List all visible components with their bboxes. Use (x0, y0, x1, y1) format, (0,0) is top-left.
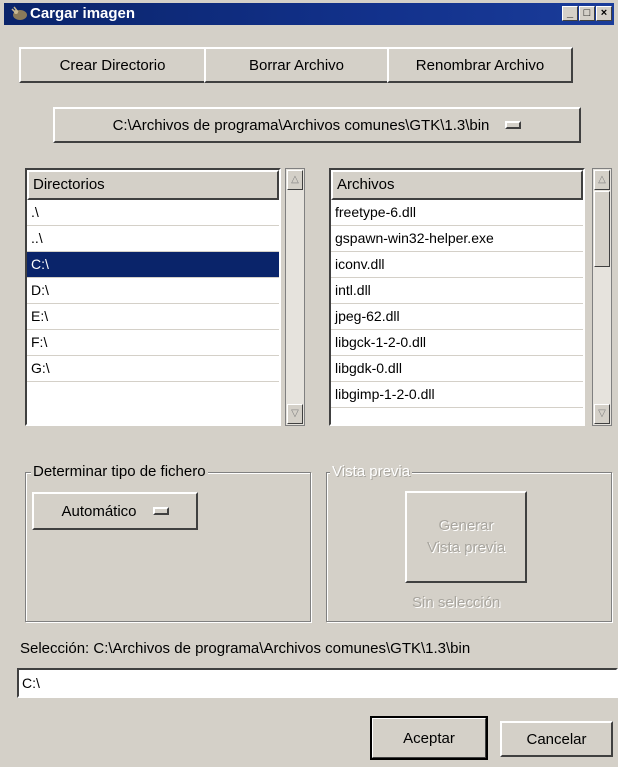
directory-item[interactable]: ..\ (27, 226, 279, 252)
scroll-down-arrow-icon[interactable]: ▽ (287, 404, 303, 424)
option-menu-indicator-icon (505, 121, 522, 129)
files-header[interactable]: Archivos (331, 170, 583, 200)
directory-item[interactable]: G:\ (27, 356, 279, 382)
files-list[interactable]: Archivos freetype-6.dll gspawn-win32-help… (329, 168, 585, 426)
create-directory-button[interactable]: Crear Directorio (19, 47, 206, 83)
maximize-icon: □ (583, 7, 591, 19)
path-option-menu[interactable]: C:\Archivos de programa\Archivos comunes… (53, 107, 581, 143)
path-value: C:\Archivos de programa\Archivos comunes… (112, 116, 490, 134)
file-item[interactable]: libgck-1-2-0.dll (331, 330, 583, 356)
file-item[interactable]: gspawn-win32-helper.exe (331, 226, 583, 252)
window-title: Cargar imagen (30, 5, 136, 22)
file-type-value: Automático (61, 502, 137, 520)
file-item[interactable]: intl.dll (331, 278, 583, 304)
title-bar[interactable]: Cargar imagen _ □ × (4, 3, 614, 25)
preview-status: Sin selección (412, 594, 501, 611)
dialog-window: Cargar imagen _ □ × Crear Directorio Bor… (0, 0, 618, 767)
scroll-up-arrow-icon[interactable]: △ (594, 170, 610, 190)
minimize-button[interactable]: _ (562, 6, 578, 21)
selection-label: Selección: C:\Archivos de programa\Archi… (20, 640, 471, 657)
option-menu-indicator-icon (152, 507, 169, 515)
selection-input[interactable]: C:\ (17, 668, 618, 698)
file-item[interactable]: libgimp-1-2-0.dll (331, 382, 583, 408)
minimize-icon: _ (566, 7, 574, 19)
cancel-label: Cancelar (526, 730, 587, 748)
ok-label: Aceptar (403, 729, 455, 747)
file-type-label: Determinar tipo de fichero (31, 463, 208, 481)
generate-preview-line2: Vista previa (426, 539, 506, 556)
directory-item[interactable]: F:\ (27, 330, 279, 356)
close-icon: × (600, 7, 608, 19)
files-scrollbar[interactable]: △ ▽ (592, 168, 612, 426)
delete-file-label: Borrar Archivo (248, 56, 345, 74)
file-item[interactable]: iconv.dll (331, 252, 583, 278)
cancel-button[interactable]: Cancelar (500, 721, 613, 757)
close-button[interactable]: × (596, 6, 612, 21)
directories-scrollbar[interactable]: △ ▽ (285, 168, 305, 426)
rename-file-label: Renombrar Archivo (415, 56, 545, 74)
ok-button[interactable]: Aceptar (370, 716, 488, 760)
directory-item[interactable]: .\ (27, 200, 279, 226)
scroll-down-arrow-icon[interactable]: ▽ (594, 404, 610, 424)
directories-header[interactable]: Directorios (27, 170, 279, 200)
maximize-button[interactable]: □ (579, 6, 595, 21)
generate-preview-line1: Generar (438, 517, 494, 534)
directories-list[interactable]: Directorios .\ ..\ C:\ D:\ E:\ F:\ G:\ (25, 168, 281, 426)
file-item[interactable]: jpeg-62.dll (331, 304, 583, 330)
directory-item[interactable]: C:\ (27, 252, 279, 278)
rename-file-button[interactable]: Renombrar Archivo (387, 47, 573, 83)
delete-file-button[interactable]: Borrar Archivo (204, 47, 389, 83)
scroll-up-arrow-icon[interactable]: △ (287, 170, 303, 190)
directory-item[interactable]: E:\ (27, 304, 279, 330)
scroll-thumb[interactable] (594, 191, 610, 267)
directory-item[interactable]: D:\ (27, 278, 279, 304)
gimp-icon (11, 6, 27, 20)
create-directory-label: Crear Directorio (59, 56, 166, 74)
preview-label: Vista previa (330, 463, 413, 481)
file-type-option-menu[interactable]: Automático (32, 492, 198, 530)
generate-preview-button[interactable]: Generar Vista previa (405, 491, 527, 583)
file-item[interactable]: libgdk-0.dll (331, 356, 583, 382)
file-item[interactable]: freetype-6.dll (331, 200, 583, 226)
